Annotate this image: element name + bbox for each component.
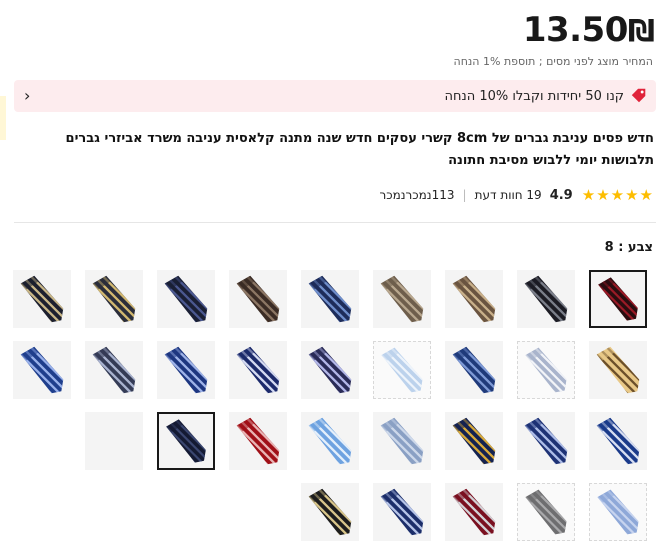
divider — [14, 222, 656, 223]
color-swatch[interactable] — [445, 483, 503, 541]
color-swatch[interactable] — [589, 341, 647, 399]
tie-thumbnail — [452, 346, 496, 394]
tag-icon — [631, 88, 646, 103]
color-label: צבע : 8 — [604, 240, 653, 255]
tie-thumbnail — [164, 346, 208, 394]
star-icon: ★ — [610, 186, 625, 204]
tie-thumbnail — [597, 489, 639, 535]
product-title: חדש פסים עניבת גברים של 8cm קשרי עסקים ח… — [14, 128, 654, 172]
color-swatch[interactable] — [445, 341, 503, 399]
star-rating: ★ ★ ★ ★ ★ — [581, 186, 653, 204]
tie-thumbnail — [381, 347, 423, 393]
color-swatch[interactable] — [85, 341, 143, 399]
chevron-left-icon[interactable]: ‹ — [24, 86, 30, 105]
tie-thumbnail — [524, 275, 568, 323]
tie-thumbnail — [236, 275, 280, 323]
sold-label: נמכרנמכר — [379, 188, 432, 202]
tie-thumbnail — [598, 277, 638, 321]
color-swatch[interactable] — [373, 341, 431, 399]
sold-count: 113 — [431, 188, 455, 202]
rating-value: 4.9 — [549, 187, 573, 203]
tie-thumbnail — [308, 417, 352, 465]
star-icon: ★ — [625, 186, 639, 204]
color-swatch[interactable] — [157, 412, 215, 470]
reviews-link[interactable]: 19 חוות דעת — [475, 188, 542, 202]
color-swatch[interactable] — [301, 412, 359, 470]
tax-note: המחיר מוצג לפני מסים ; תוספת 1% הנחה — [453, 55, 653, 68]
color-swatch[interactable] — [589, 483, 647, 541]
star-icon: ★ — [596, 186, 610, 204]
color-swatch[interactable] — [229, 270, 287, 328]
color-swatch[interactable] — [301, 270, 359, 328]
price-amount: 13.50 — [522, 10, 629, 50]
color-swatch[interactable] — [13, 341, 71, 399]
color-swatch[interactable] — [517, 270, 575, 328]
color-swatch[interactable] — [589, 412, 647, 470]
reviews-label: חוות דעת — [474, 188, 523, 202]
color-swatch[interactable] — [373, 412, 431, 470]
tie-thumbnail — [452, 275, 496, 323]
color-swatch[interactable] — [517, 483, 575, 541]
tie-thumbnail — [525, 347, 567, 393]
tie-thumbnail — [308, 275, 352, 323]
tie-thumbnail — [452, 417, 496, 465]
color-swatch[interactable] — [229, 341, 287, 399]
color-swatch[interactable] — [301, 341, 359, 399]
product-title-line-2: תלבושות יומי ללבוש מסיבת חתונה — [448, 153, 654, 168]
tie-thumbnail — [596, 417, 640, 465]
tie-thumbnail — [380, 275, 424, 323]
tie-thumbnail — [92, 346, 136, 394]
tie-thumbnail — [524, 417, 568, 465]
star-icon: ★ — [581, 186, 596, 204]
color-swatch[interactable] — [85, 412, 143, 470]
product-title-line-1: חדש פסים עניבת גברים של 8cm קשרי עסקים ח… — [65, 131, 654, 146]
reviews-count: 19 — [526, 188, 542, 202]
color-swatch[interactable] — [445, 270, 503, 328]
tie-thumbnail — [236, 417, 280, 465]
tie-thumbnail — [92, 275, 136, 323]
side-accent-strip — [0, 96, 6, 140]
tie-thumbnail — [166, 419, 206, 463]
tie-thumbnail — [20, 346, 64, 394]
bulk-discount-text: קנו 50 יחידות וקבלו 10% הנחה — [444, 88, 625, 104]
tie-thumbnail — [236, 346, 280, 394]
color-swatch[interactable] — [157, 270, 215, 328]
color-swatch[interactable] — [13, 270, 71, 328]
tie-thumbnail — [308, 346, 352, 394]
tie-thumbnail — [380, 488, 424, 536]
bulk-discount-banner[interactable]: קנו 50 יחידות וקבלו 10% הנחה ‹ — [14, 80, 656, 112]
color-swatch[interactable] — [589, 270, 647, 328]
tie-thumbnail — [525, 489, 567, 535]
rating-row: ★ ★ ★ ★ ★ 4.9 19 חוות דעת | 113 נמכרנמכר — [379, 186, 653, 204]
color-swatch[interactable] — [157, 341, 215, 399]
tie-thumbnail — [164, 275, 208, 323]
color-swatch[interactable] — [229, 412, 287, 470]
color-swatch[interactable] — [373, 270, 431, 328]
color-swatch[interactable] — [517, 341, 575, 399]
tie-thumbnail — [452, 488, 496, 536]
star-icon: ★ — [639, 186, 653, 204]
tie-thumbnail — [308, 488, 352, 536]
color-swatch[interactable] — [373, 483, 431, 541]
color-swatch[interactable] — [517, 412, 575, 470]
price-currency: ₪ — [627, 14, 655, 49]
tie-thumbnail — [596, 346, 640, 394]
color-swatch[interactable] — [445, 412, 503, 470]
color-swatch[interactable] — [301, 483, 359, 541]
tie-thumbnail — [20, 275, 64, 323]
price: ₪ 13.50 — [523, 10, 655, 50]
color-swatch[interactable] — [85, 270, 143, 328]
tie-thumbnail — [380, 417, 424, 465]
separator: | — [462, 188, 467, 202]
